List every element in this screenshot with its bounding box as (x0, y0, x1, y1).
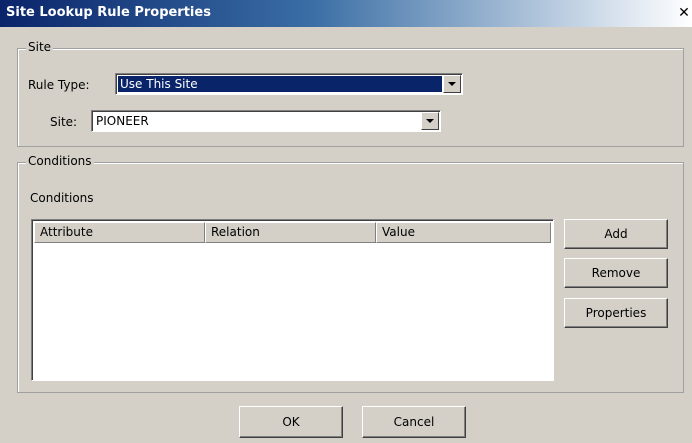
cancel-button[interactable]: Cancel (362, 406, 466, 438)
conditions-list-label: Conditions (30, 191, 94, 205)
column-header-value[interactable]: Value (376, 222, 551, 243)
site-dropdown-button[interactable] (421, 112, 439, 130)
site-label: Site: (50, 115, 78, 129)
site-group-legend: Site (26, 40, 54, 54)
conditions-group-legend: Conditions (26, 154, 94, 168)
add-button[interactable]: Add (564, 219, 668, 249)
site-select[interactable]: PIONEER (91, 110, 441, 132)
rule-type-dropdown-button[interactable] (443, 75, 461, 93)
site-group (17, 48, 684, 147)
chevron-down-icon (426, 119, 434, 123)
rule-type-label: Rule Type: (28, 78, 90, 92)
properties-button[interactable]: Properties (564, 298, 668, 328)
window-title: Site Lookup Rule Properties (6, 5, 211, 20)
title-bar: Site Lookup Rule Properties ✕ (0, 0, 692, 27)
column-header-attribute[interactable]: Attribute (34, 222, 205, 243)
conditions-list[interactable]: Attribute Relation Value (31, 219, 554, 381)
site-value: PIONEER (96, 114, 149, 128)
rule-type-select[interactable]: Use This Site (115, 73, 463, 95)
chevron-down-icon (448, 82, 456, 86)
column-header-relation[interactable]: Relation (205, 222, 376, 243)
remove-button[interactable]: Remove (564, 258, 668, 288)
ok-button[interactable]: OK (239, 406, 343, 438)
rule-type-value: Use This Site (120, 77, 198, 91)
close-icon[interactable]: ✕ (677, 6, 691, 21)
